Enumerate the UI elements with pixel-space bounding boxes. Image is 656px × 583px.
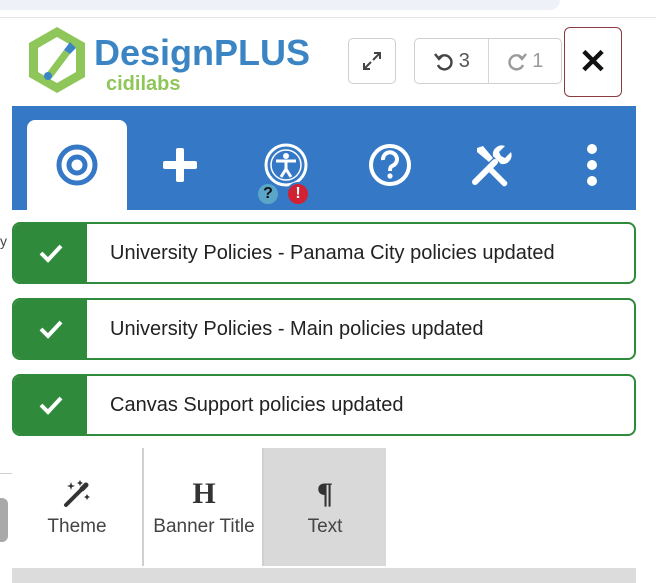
heading-glyph: H [192,477,216,510]
logo-brand-text: DesignPLUS [94,32,311,73]
designplus-logo-icon [29,27,85,93]
notice-message: University Policies - Panama City polici… [110,241,555,264]
magic-wand-icon [61,476,93,512]
banner-title-label: Banner Title [153,516,255,537]
notice-message: Canvas Support policies updated [110,393,404,416]
panel-header: DesignPLUS cidilabs 3 1 ✕ [12,18,644,106]
theme-button[interactable]: Theme [12,448,144,566]
logo-sub-text: cidilabs [106,73,181,95]
designplus-logo: DesignPLUS cidilabs [24,24,314,104]
redo-button[interactable]: 1 [487,39,562,83]
tools-icon [472,145,512,187]
screen: y DesignPLUS cidilabs 3 1 ✕ ? ! Universi… [0,0,656,583]
accessibility-error-badge: ! [286,182,310,206]
background-page-edge: y [0,18,12,583]
browser-tab-strip [0,0,560,10]
tab-tools[interactable] [442,120,542,210]
close-icon: ✕ [578,43,608,81]
plus-icon [163,148,197,182]
success-notice: University Policies - Main policies upda… [12,298,636,360]
tab-target[interactable] [27,120,127,210]
browser-top-strip [0,0,656,18]
tab-bar: ? ! [12,106,636,210]
tab-help[interactable] [340,120,440,210]
background-divider [0,473,12,474]
tab-accessibility[interactable]: ? ! [236,120,336,210]
success-notice: University Policies - Panama City polici… [12,222,636,284]
banner-title-button[interactable]: H Banner Title [146,448,264,566]
designplus-panel: DesignPLUS cidilabs 3 1 ✕ ? ! University… [12,18,644,583]
redo-count: 1 [532,49,544,72]
theme-label: Theme [47,516,107,537]
checkmark-icon [14,224,87,282]
undo-redo-group: 3 1 [414,38,562,84]
accessibility-icon [264,143,308,187]
paragraph-glyph: ¶ [316,477,334,510]
undo-icon [433,53,453,71]
close-button[interactable]: ✕ [564,27,622,97]
notice-message: University Policies - Main policies upda… [110,317,484,340]
checkmark-icon [14,376,87,434]
tab-more[interactable] [542,120,642,210]
success-notice: Canvas Support policies updated [12,374,636,436]
text-label: Text [307,516,343,537]
heading-icon: H [192,476,215,512]
redo-icon [508,53,528,71]
expand-button[interactable] [348,38,396,84]
expand-icon [363,52,381,70]
more-vertical-icon [587,144,597,186]
help-icon [369,144,411,186]
tab-add[interactable] [130,120,230,210]
undo-button[interactable]: 3 [415,39,488,83]
text-button[interactable]: ¶ Text [264,448,386,566]
target-icon [56,144,98,186]
toolbar-footer-strip [12,568,636,583]
element-toolbar: Theme H Banner Title ¶ Text [12,448,636,568]
background-scroll-thumb [0,498,8,542]
undo-count: 3 [458,49,470,72]
checkmark-icon [14,300,87,358]
paragraph-icon: ¶ [317,476,333,512]
background-text-fragment: y [0,233,7,249]
accessibility-question-badge: ? [256,182,280,206]
